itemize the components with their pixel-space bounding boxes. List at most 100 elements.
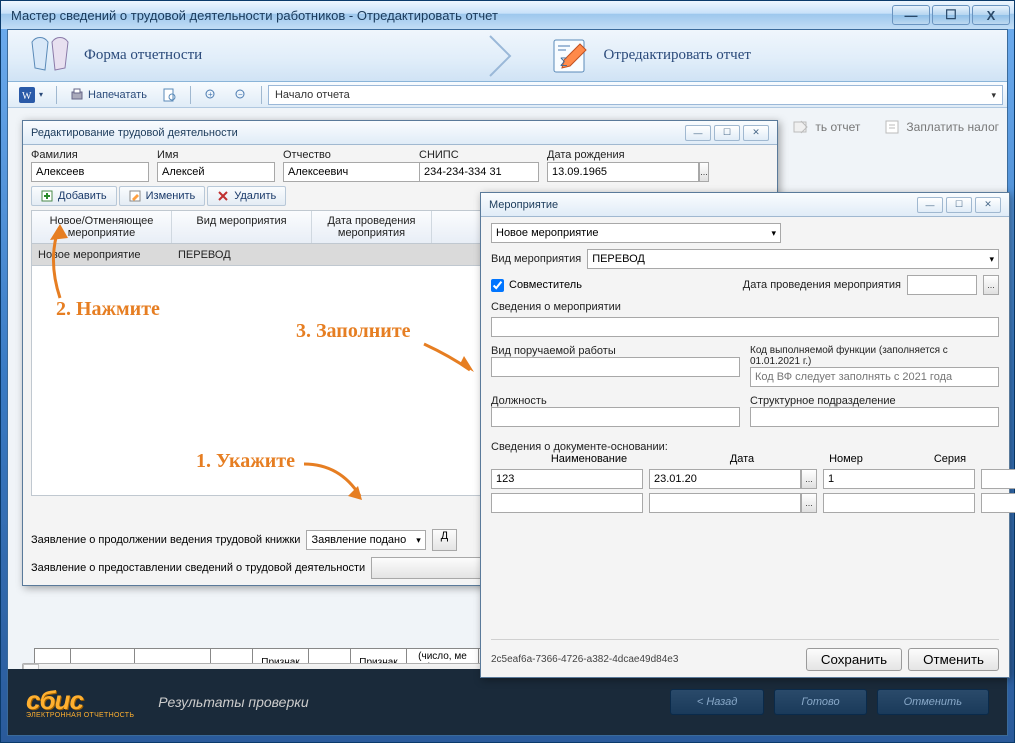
svg-text:−: − bbox=[238, 90, 243, 99]
svg-text:Σ: Σ bbox=[560, 55, 567, 69]
window-title: Мастер сведений о трудовой деятельности … bbox=[11, 8, 498, 23]
provision-label: Заявление о предоставлении сведений о тр… bbox=[31, 562, 365, 574]
firstname-label: Имя bbox=[157, 149, 275, 161]
work-type-field[interactable] bbox=[491, 357, 740, 377]
edit-dialog-title: Редактирование трудовой деятельности bbox=[31, 127, 238, 139]
wizard-separator-icon bbox=[488, 34, 528, 78]
wizard-step-1-title: Форма отчетности bbox=[84, 47, 202, 64]
event-info-field[interactable] bbox=[491, 317, 999, 337]
zoom-in-icon[interactable]: + bbox=[197, 85, 225, 105]
func-code-field[interactable] bbox=[750, 367, 999, 387]
doc2-name-field[interactable] bbox=[491, 493, 643, 513]
event-date-label: Дата проведения мероприятия bbox=[743, 279, 901, 291]
delete-button[interactable]: Удалить bbox=[207, 186, 286, 206]
print-label: Напечатать bbox=[88, 89, 147, 101]
preview-icon[interactable] bbox=[156, 85, 184, 105]
dob-label: Дата рождения bbox=[547, 149, 661, 161]
sbis-logo-sub: ЭЛЕКТРОННАЯ ОТЧЕТНОСТЬ bbox=[26, 712, 134, 719]
doc2-num-field[interactable] bbox=[823, 493, 975, 513]
statement-combo[interactable]: Заявление подано bbox=[306, 530, 425, 550]
edit-label: Изменить bbox=[146, 190, 196, 202]
func-code-label: Код выполняемой функции (заполняется с 0… bbox=[750, 345, 999, 367]
event-date-picker-icon[interactable]: … bbox=[983, 275, 999, 295]
doc-col-ser: Серия bbox=[901, 453, 999, 465]
lastname-field[interactable] bbox=[31, 162, 149, 182]
toolbar: W▾ Напечатать + − Начало отчета bbox=[8, 82, 1007, 108]
add-label: Добавить bbox=[58, 190, 107, 202]
work-type-label: Вид поручаемой работы bbox=[491, 345, 740, 357]
snils-label: СНИПС bbox=[419, 149, 539, 161]
middlename-field[interactable] bbox=[283, 162, 435, 182]
event-dialog-title: Мероприятие bbox=[489, 199, 558, 211]
guid-label: 2c5eaf6a-7366-4726-a382-4dcae49d84e3 bbox=[491, 654, 678, 665]
ev-minimize-icon[interactable]: — bbox=[917, 197, 943, 213]
doc1-ser-field[interactable] bbox=[981, 469, 1015, 489]
wizard-step-2-title: Отредактировать отчет bbox=[604, 47, 751, 64]
send-report-button[interactable]: ть отчет bbox=[793, 119, 860, 135]
doc1-name-field[interactable] bbox=[491, 469, 643, 489]
titlebar: Мастер сведений о трудовой деятельности … bbox=[1, 1, 1014, 29]
doc2-date-picker-icon[interactable]: … bbox=[801, 493, 817, 513]
event-type-label: Вид мероприятия bbox=[491, 253, 581, 265]
doc-header-label: Сведения о документе-основании: bbox=[491, 441, 999, 453]
delete-label: Удалить bbox=[234, 190, 276, 202]
edit-report-icon: Σ bbox=[548, 34, 592, 78]
edit-button[interactable]: Изменить bbox=[119, 186, 206, 206]
department-field[interactable] bbox=[750, 407, 999, 427]
section-combo-value: Начало отчета bbox=[275, 89, 350, 101]
results-label: Результаты проверки bbox=[158, 694, 308, 710]
doc1-num-field[interactable] bbox=[823, 469, 975, 489]
ev-maximize-icon[interactable]: ☐ bbox=[946, 197, 972, 213]
position-label: Должность bbox=[491, 395, 740, 407]
section-combo[interactable]: Начало отчета bbox=[268, 85, 1003, 105]
word-button[interactable]: W▾ bbox=[12, 84, 50, 106]
new-event-combo[interactable]: Новое мероприятие bbox=[491, 223, 781, 243]
form-icon bbox=[28, 34, 72, 78]
footer-cancel-button[interactable]: Отменить bbox=[877, 689, 989, 715]
done-button[interactable]: Готово bbox=[774, 689, 866, 715]
back-button[interactable]: < Назад bbox=[670, 689, 765, 715]
maximize-button[interactable]: ☐ bbox=[932, 5, 970, 25]
event-info-label: Сведения о мероприятии bbox=[491, 301, 621, 313]
close-button[interactable]: X bbox=[972, 5, 1010, 25]
wizard-step-2[interactable]: Σ Отредактировать отчет bbox=[528, 34, 1008, 78]
grid-header-1[interactable]: Новое/Отменяющее мероприятие bbox=[32, 211, 172, 243]
department-label: Структурное подразделение bbox=[750, 395, 999, 407]
position-field[interactable] bbox=[491, 407, 740, 427]
minimize-button[interactable]: — bbox=[892, 5, 930, 25]
wizard-step-1[interactable]: Форма отчетности bbox=[8, 34, 488, 78]
dlg-close-icon[interactable]: ✕ bbox=[743, 125, 769, 141]
parttime-checkbox[interactable]: Совместитель bbox=[491, 279, 582, 292]
svg-text:+: + bbox=[208, 90, 213, 99]
event-dialog: Мероприятие — ☐ ✕ Новое мероприятие Вид … bbox=[480, 192, 1010, 678]
doc-col-num: Номер bbox=[797, 453, 895, 465]
add-button[interactable]: Добавить bbox=[31, 186, 117, 206]
continuation-label: Заявление о продолжении ведения трудовой… bbox=[31, 534, 300, 546]
cancel-button[interactable]: Отменить bbox=[908, 648, 999, 671]
dob-picker-icon[interactable]: … bbox=[699, 162, 709, 182]
snils-field[interactable] bbox=[419, 162, 539, 182]
doc1-date-field[interactable] bbox=[649, 469, 801, 489]
ev-close-icon[interactable]: ✕ bbox=[975, 197, 1001, 213]
doc-col-name: Наименование bbox=[491, 453, 687, 465]
lastname-label: Фамилия bbox=[31, 149, 149, 161]
event-type-combo[interactable]: ПЕРЕВОД bbox=[587, 249, 999, 269]
dob-field[interactable] bbox=[547, 162, 699, 182]
event-date-field[interactable] bbox=[907, 275, 977, 295]
grid-header-2[interactable]: Вид мероприятия bbox=[172, 211, 312, 243]
statement-date-button[interactable]: Д bbox=[432, 529, 457, 551]
save-button[interactable]: Сохранить bbox=[806, 648, 902, 671]
middlename-label: Отчество bbox=[283, 149, 411, 161]
doc2-ser-field[interactable] bbox=[981, 493, 1015, 513]
grid-header-3[interactable]: Дата проведения мероприятия bbox=[312, 211, 432, 243]
doc-col-date: Дата bbox=[693, 453, 791, 465]
print-button[interactable]: Напечатать bbox=[63, 85, 154, 105]
firstname-field[interactable] bbox=[157, 162, 275, 182]
doc1-date-picker-icon[interactable]: … bbox=[801, 469, 817, 489]
svg-text:W: W bbox=[22, 91, 32, 102]
dlg-maximize-icon[interactable]: ☐ bbox=[714, 125, 740, 141]
zoom-out-icon[interactable]: − bbox=[227, 85, 255, 105]
pay-tax-button[interactable]: Заплатить налог bbox=[884, 119, 999, 135]
doc2-date-field[interactable] bbox=[649, 493, 801, 513]
dlg-minimize-icon[interactable]: — bbox=[685, 125, 711, 141]
